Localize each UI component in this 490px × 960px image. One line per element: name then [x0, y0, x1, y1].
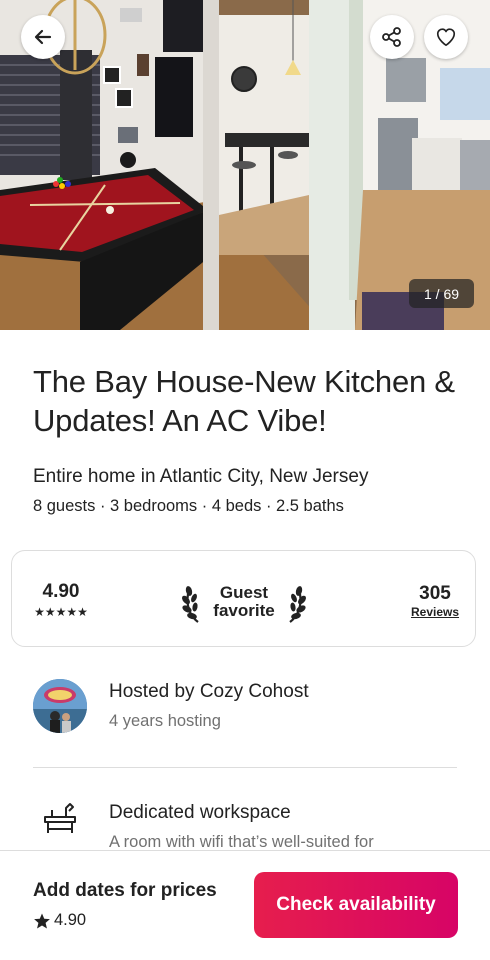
footer-rating-value: 4.90 [54, 911, 87, 929]
laurel-right-icon [289, 586, 306, 623]
guest-favorite-line1: Guest [219, 583, 269, 602]
host-avatar-image [33, 679, 87, 733]
guest-favorite-line2: favorite [213, 601, 275, 620]
section-divider [33, 767, 457, 768]
rating-card[interactable]: 4.90 ★★★★★ Guest favorite 305 Reviews [11, 550, 476, 647]
back-button[interactable] [21, 15, 65, 59]
save-wishlist-button[interactable] [424, 15, 468, 59]
host-name: Hosted by Cozy Cohost [109, 681, 309, 702]
share-button[interactable] [370, 15, 414, 59]
host-avatar[interactable] [33, 679, 87, 733]
photo-counter: 1 / 69 [409, 279, 474, 308]
rating-stars: ★★★★★ [34, 605, 88, 619]
footer-rating: 4.90 [33, 911, 86, 930]
listing-photo[interactable]: 1 / 69 [0, 0, 490, 330]
amenity-title: Dedicated workspace [109, 802, 291, 823]
rating-summary: 4.90 ★★★★★ [28, 581, 94, 619]
rating-value: 4.90 [42, 581, 80, 602]
price-prompt: Add dates for prices [33, 880, 217, 901]
booking-footer: Add dates for prices 4.90 Check availabi… [0, 850, 490, 960]
listing-subtitle: Entire home in Atlantic City, New Jersey [33, 466, 369, 487]
guest-favorite-label: Guest favorite [213, 584, 274, 620]
reviews-link[interactable]: Reviews [408, 605, 462, 619]
star-icon [34, 913, 50, 928]
desk-workspace-icon [44, 803, 76, 833]
share-icon [382, 27, 401, 47]
laurel-left-icon [182, 586, 199, 623]
listing-specs: 8 guests · 3 bedrooms · 4 beds · 2.5 bat… [33, 497, 344, 515]
listing-title: The Bay House-New Kitchen & Updates! An … [33, 364, 455, 438]
heart-icon [436, 28, 456, 47]
arrow-left-icon [34, 29, 52, 45]
host-years: 4 years hosting [109, 712, 221, 730]
reviews-summary[interactable]: 305 Reviews [408, 583, 462, 619]
check-availability-button[interactable]: Check availability [254, 872, 458, 938]
guest-favorite-badge: Guest favorite [182, 579, 306, 625]
reviews-count: 305 [419, 583, 451, 604]
